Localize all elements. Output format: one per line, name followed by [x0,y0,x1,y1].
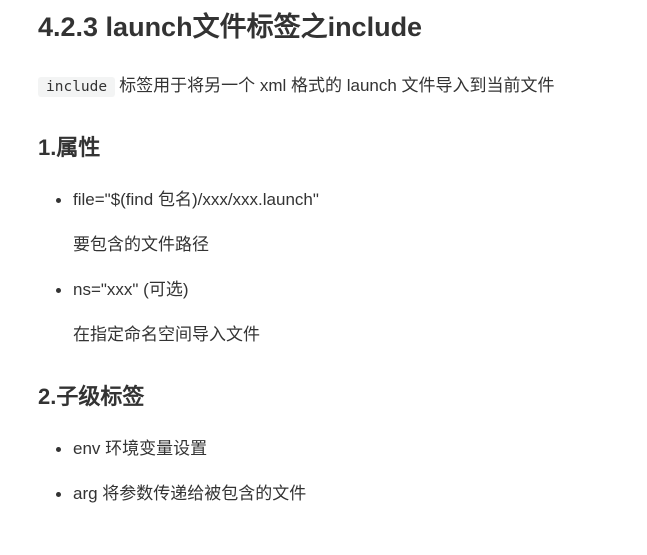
intro-text: 标签用于将另一个 xml 格式的 launch 文件导入到当前文件 [119,76,555,95]
section-heading-child-tags: 2.子级标签 [38,384,145,409]
attribute-file-text: file="$(find 包名)/xxx/xxx.launch" [73,190,319,209]
bullet-icon [56,447,61,452]
bullet-icon [56,198,61,203]
child-tag-arg-text: arg 将参数传递给被包含的文件 [73,484,307,503]
page-title: 4.2.3 launch文件标签之include [38,12,423,42]
attribute-ns-description: 在指定命名空间导入文件 [73,325,260,344]
section-heading-attributes: 1.属性 [38,135,101,160]
bullet-icon [56,492,61,497]
intro-paragraph: include 标签用于将另一个 xml 格式的 launch 文件导入到当前文件 [38,74,555,99]
bullet-icon [56,288,61,293]
inline-code-include: include [38,77,116,97]
attribute-file-description: 要包含的文件路径 [73,235,209,254]
child-tag-env-text: env 环境变量设置 [73,439,208,458]
attribute-ns-text: ns="xxx" (可选) [73,280,189,299]
